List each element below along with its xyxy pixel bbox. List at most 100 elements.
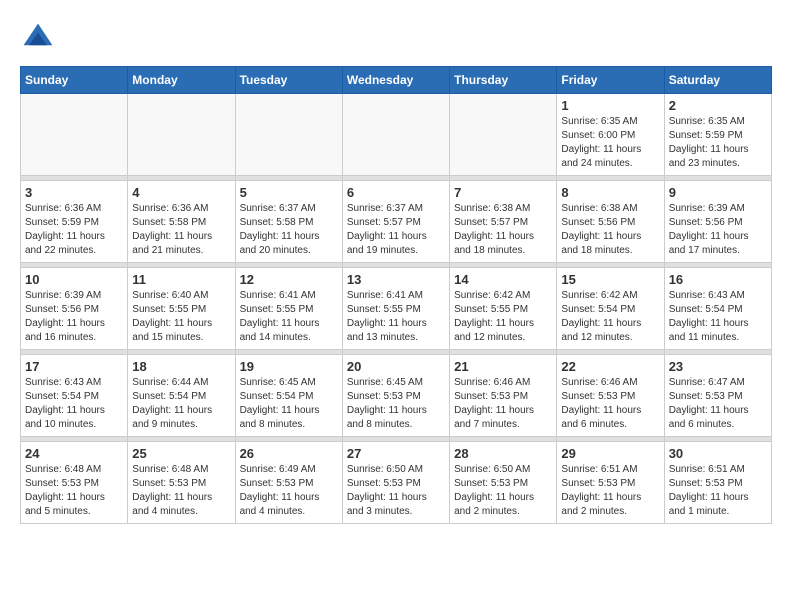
day-info: Sunrise: 6:42 AMSunset: 5:54 PMDaylight:… xyxy=(561,289,659,345)
day-number: 26 xyxy=(240,446,338,461)
day-number: 15 xyxy=(561,272,659,287)
calendar-cell: 20Sunrise: 6:45 AMSunset: 5:53 PMDayligh… xyxy=(342,355,449,437)
weekday-header: Sunday xyxy=(21,67,128,94)
day-info: Sunrise: 6:43 AMSunset: 5:54 PMDaylight:… xyxy=(25,376,123,432)
calendar-cell: 28Sunrise: 6:50 AMSunset: 5:53 PMDayligh… xyxy=(450,442,557,524)
calendar-cell: 27Sunrise: 6:50 AMSunset: 5:53 PMDayligh… xyxy=(342,442,449,524)
weekday-header: Thursday xyxy=(450,67,557,94)
weekday-header: Wednesday xyxy=(342,67,449,94)
calendar-cell: 4 Sunrise: 6:36 AMSunset: 5:58 PMDaylight… xyxy=(128,181,235,263)
day-info: Sunrise: 6:35 AMSunset: 6:00 PMDaylight:… xyxy=(561,115,659,171)
calendar-cell: 6 Sunrise: 6:37 AMSunset: 5:57 PMDaylight… xyxy=(342,181,449,263)
day-info: Sunrise: 6:50 AMSunset: 5:53 PMDaylight:… xyxy=(454,463,552,519)
day-number: 9 xyxy=(669,185,767,200)
week-row: 1Sunrise: 6:35 AMSunset: 6:00 PMDaylight… xyxy=(21,94,772,176)
calendar-cell: 5Sunrise: 6:37 AMSunset: 5:58 PMDaylight… xyxy=(235,181,342,263)
day-number: 4 xyxy=(132,185,230,200)
day-number: 8 xyxy=(561,185,659,200)
calendar-cell: 10 Sunrise: 6:39 AMSunset: 5:56 PMDayligh… xyxy=(21,268,128,350)
day-number: 16 xyxy=(669,272,767,287)
calendar-cell: 29 Sunrise: 6:51 AMSunset: 5:53 PMDayligh… xyxy=(557,442,664,524)
day-number: 6 xyxy=(347,185,445,200)
calendar-cell: 7 Sunrise: 6:38 AMSunset: 5:57 PMDaylight… xyxy=(450,181,557,263)
calendar-cell: 21 Sunrise: 6:46 AMSunset: 5:53 PMDayligh… xyxy=(450,355,557,437)
calendar-cell: 25 Sunrise: 6:48 AMSunset: 5:53 PMDayligh… xyxy=(128,442,235,524)
calendar-cell xyxy=(21,94,128,176)
day-number: 20 xyxy=(347,359,445,374)
day-info: Sunrise: 6:36 AMSunset: 5:58 PMDaylight:… xyxy=(132,202,230,258)
calendar-cell xyxy=(235,94,342,176)
day-number: 24 xyxy=(25,446,123,461)
day-info: Sunrise: 6:44 AMSunset: 5:54 PMDaylight:… xyxy=(132,376,230,432)
calendar-cell: 17 Sunrise: 6:43 AMSunset: 5:54 PMDayligh… xyxy=(21,355,128,437)
page-header xyxy=(20,20,772,56)
calendar-cell: 22 Sunrise: 6:46 AMSunset: 5:53 PMDayligh… xyxy=(557,355,664,437)
day-number: 7 xyxy=(454,185,552,200)
logo-icon xyxy=(20,20,56,56)
calendar-cell: 12 Sunrise: 6:41 AMSunset: 5:55 PMDayligh… xyxy=(235,268,342,350)
calendar-cell: 2 Sunrise: 6:35 AMSunset: 5:59 PMDaylight… xyxy=(664,94,771,176)
day-info: Sunrise: 6:46 AMSunset: 5:53 PMDaylight:… xyxy=(454,376,552,432)
week-row: 10 Sunrise: 6:39 AMSunset: 5:56 PMDayligh… xyxy=(21,268,772,350)
day-info: Sunrise: 6:43 AMSunset: 5:54 PMDaylight:… xyxy=(669,289,767,345)
calendar-cell: 23 Sunrise: 6:47 AMSunset: 5:53 PMDayligh… xyxy=(664,355,771,437)
weekday-header: Tuesday xyxy=(235,67,342,94)
calendar-cell: 30 Sunrise: 6:51 AMSunset: 5:53 PMDayligh… xyxy=(664,442,771,524)
day-number: 12 xyxy=(240,272,338,287)
day-info: Sunrise: 6:39 AMSunset: 5:56 PMDaylight:… xyxy=(25,289,123,345)
calendar-cell xyxy=(128,94,235,176)
calendar-cell xyxy=(342,94,449,176)
calendar-cell: 14 Sunrise: 6:42 AMSunset: 5:55 PMDayligh… xyxy=(450,268,557,350)
day-number: 13 xyxy=(347,272,445,287)
calendar-cell: 16 Sunrise: 6:43 AMSunset: 5:54 PMDayligh… xyxy=(664,268,771,350)
day-info: Sunrise: 6:46 AMSunset: 5:53 PMDaylight:… xyxy=(561,376,659,432)
day-info: Sunrise: 6:42 AMSunset: 5:55 PMDaylight:… xyxy=(454,289,552,345)
calendar-cell: 19Sunrise: 6:45 AMSunset: 5:54 PMDayligh… xyxy=(235,355,342,437)
calendar-header-row: SundayMondayTuesdayWednesdayThursdayFrid… xyxy=(21,67,772,94)
day-number: 18 xyxy=(132,359,230,374)
day-info: Sunrise: 6:48 AMSunset: 5:53 PMDaylight:… xyxy=(25,463,123,519)
day-info: Sunrise: 6:48 AMSunset: 5:53 PMDaylight:… xyxy=(132,463,230,519)
day-info: Sunrise: 6:51 AMSunset: 5:53 PMDaylight:… xyxy=(561,463,659,519)
weekday-header: Friday xyxy=(557,67,664,94)
day-info: Sunrise: 6:35 AMSunset: 5:59 PMDaylight:… xyxy=(669,115,767,171)
day-info: Sunrise: 6:41 AMSunset: 5:55 PMDaylight:… xyxy=(347,289,445,345)
day-info: Sunrise: 6:37 AMSunset: 5:57 PMDaylight:… xyxy=(347,202,445,258)
day-info: Sunrise: 6:39 AMSunset: 5:56 PMDaylight:… xyxy=(669,202,767,258)
calendar-cell: 9 Sunrise: 6:39 AMSunset: 5:56 PMDaylight… xyxy=(664,181,771,263)
day-info: Sunrise: 6:38 AMSunset: 5:57 PMDaylight:… xyxy=(454,202,552,258)
calendar-cell: 15 Sunrise: 6:42 AMSunset: 5:54 PMDayligh… xyxy=(557,268,664,350)
week-row: 17 Sunrise: 6:43 AMSunset: 5:54 PMDayligh… xyxy=(21,355,772,437)
day-info: Sunrise: 6:47 AMSunset: 5:53 PMDaylight:… xyxy=(669,376,767,432)
calendar-cell: 13 Sunrise: 6:41 AMSunset: 5:55 PMDayligh… xyxy=(342,268,449,350)
day-number: 14 xyxy=(454,272,552,287)
calendar-cell: 18 Sunrise: 6:44 AMSunset: 5:54 PMDayligh… xyxy=(128,355,235,437)
day-info: Sunrise: 6:50 AMSunset: 5:53 PMDaylight:… xyxy=(347,463,445,519)
day-number: 22 xyxy=(561,359,659,374)
day-number: 29 xyxy=(561,446,659,461)
calendar-cell xyxy=(450,94,557,176)
logo xyxy=(20,20,62,56)
calendar-cell: 26 Sunrise: 6:49 AMSunset: 5:53 PMDayligh… xyxy=(235,442,342,524)
day-info: Sunrise: 6:40 AMSunset: 5:55 PMDaylight:… xyxy=(132,289,230,345)
day-info: Sunrise: 6:51 AMSunset: 5:53 PMDaylight:… xyxy=(669,463,767,519)
calendar-cell: 1Sunrise: 6:35 AMSunset: 6:00 PMDaylight… xyxy=(557,94,664,176)
calendar-table: SundayMondayTuesdayWednesdayThursdayFrid… xyxy=(20,66,772,524)
week-row: 24 Sunrise: 6:48 AMSunset: 5:53 PMDayligh… xyxy=(21,442,772,524)
day-number: 25 xyxy=(132,446,230,461)
day-number: 10 xyxy=(25,272,123,287)
day-number: 17 xyxy=(25,359,123,374)
weekday-header: Saturday xyxy=(664,67,771,94)
day-info: Sunrise: 6:49 AMSunset: 5:53 PMDaylight:… xyxy=(240,463,338,519)
day-info: Sunrise: 6:38 AMSunset: 5:56 PMDaylight:… xyxy=(561,202,659,258)
day-number: 2 xyxy=(669,98,767,113)
week-row: 3Sunrise: 6:36 AMSunset: 5:59 PMDaylight… xyxy=(21,181,772,263)
calendar-cell: 3Sunrise: 6:36 AMSunset: 5:59 PMDaylight… xyxy=(21,181,128,263)
day-number: 30 xyxy=(669,446,767,461)
day-number: 21 xyxy=(454,359,552,374)
day-number: 23 xyxy=(669,359,767,374)
day-number: 19 xyxy=(240,359,338,374)
day-number: 3 xyxy=(25,185,123,200)
day-number: 5 xyxy=(240,185,338,200)
day-info: Sunrise: 6:41 AMSunset: 5:55 PMDaylight:… xyxy=(240,289,338,345)
